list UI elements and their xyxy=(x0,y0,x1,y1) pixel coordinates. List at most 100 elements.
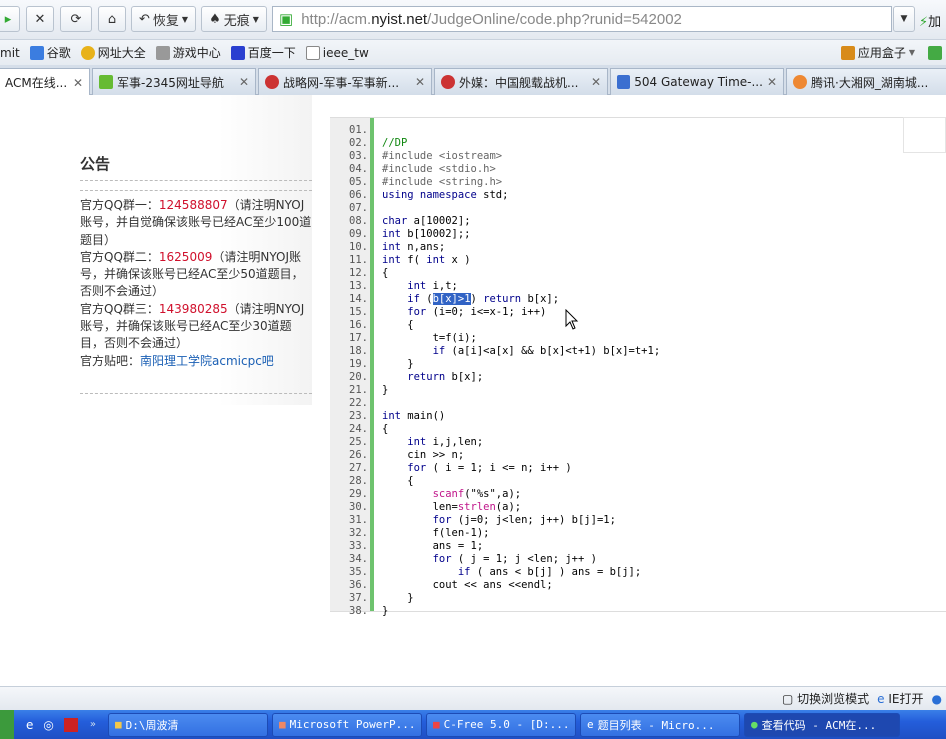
chevron-down-icon: ▼ xyxy=(252,14,259,24)
code-token: using namespace xyxy=(382,189,477,201)
undo-icon: ↶ xyxy=(138,11,150,27)
code-token: #include <iostream> xyxy=(382,150,503,162)
powerpoint-icon: ■ xyxy=(279,718,286,731)
code-line: len=strlen(a); xyxy=(382,501,522,514)
code-line: } xyxy=(382,592,413,605)
tab-2345[interactable]: 军事-2345网址导航 ✕ xyxy=(92,68,256,95)
code-token: if xyxy=(382,293,420,305)
bookmark-label: 百度一下 xyxy=(247,46,296,60)
address-dropdown[interactable]: ▼ xyxy=(893,6,915,32)
bookmark-ieee[interactable]: ieee_tw xyxy=(305,45,369,60)
code-line: { xyxy=(382,267,388,280)
line-number: 20. xyxy=(349,371,368,383)
code-token: int xyxy=(382,410,401,422)
code-token: for xyxy=(382,462,427,474)
tab-acm[interactable]: ACM在线... ✕ xyxy=(0,68,90,96)
address-bar[interactable]: ▣ http://acm. nyist.net/JudgeOnline/code.… xyxy=(272,6,892,32)
code-line: scanf("%s",a); xyxy=(382,488,522,501)
line-number: 15. xyxy=(349,306,368,318)
bookmark-games[interactable]: 游戏中心 xyxy=(155,44,221,61)
code-line: #include <iostream> xyxy=(382,150,502,163)
tieba-link[interactable]: 南阳理工学院acmicpc吧 xyxy=(140,354,274,368)
code-viewer: 01. 02. //DP 03. #include <iostream> 04. #incl… xyxy=(330,117,946,617)
task-cfree[interactable]: ■ C-Free 5.0 - [D:... xyxy=(426,712,576,737)
home-button[interactable]: ⌂ xyxy=(98,6,126,32)
incognito-button[interactable]: ♠ 无痕 ▼ xyxy=(201,6,267,32)
selected-text: b[x]>1 xyxy=(432,293,471,305)
stop-button[interactable]: ✕ xyxy=(26,6,54,32)
url-scheme: http://acm. xyxy=(301,10,372,28)
globe-icon: ● xyxy=(931,691,942,706)
code-token: b[x]; xyxy=(445,371,484,383)
code-token: (a); xyxy=(495,501,522,513)
restore-button[interactable]: ↶ 恢复 ▼ xyxy=(131,6,196,32)
chevron-right-icon[interactable]: » xyxy=(90,719,96,730)
ie-icon[interactable]: e xyxy=(26,718,33,732)
tab-waimei[interactable]: 外媒：中国舰载战机... ✕ xyxy=(434,68,608,95)
refresh-icon: ⟳ xyxy=(70,11,82,27)
document-icon xyxy=(305,45,320,60)
code-token: for xyxy=(382,553,452,565)
line-number: 23. xyxy=(349,410,368,422)
bookmark-hao[interactable]: 网址大全 xyxy=(80,44,146,61)
forward-button[interactable]: ▸ xyxy=(0,6,20,32)
code-token: if xyxy=(382,345,446,357)
refresh-button[interactable]: ⟳ xyxy=(60,6,92,32)
close-icon[interactable]: ✕ xyxy=(767,75,777,89)
code-token: len= xyxy=(382,501,458,513)
speedup-button[interactable]: ⚡加 xyxy=(919,11,941,30)
task-powerpoint[interactable]: ■ Microsoft PowerP... xyxy=(272,712,422,737)
ie-open-button[interactable]: e IE打开 xyxy=(877,690,923,707)
taskbar: e ◎ » ■ D:\周波清 ■ Microsoft PowerP... ■ C-Fr… xyxy=(0,710,946,739)
code-line: { xyxy=(382,475,413,488)
close-icon[interactable]: ✕ xyxy=(73,76,83,90)
code-token: int xyxy=(382,436,427,448)
bookmark-mit[interactable]: mit xyxy=(0,46,20,60)
browser-icon[interactable]: ◎ xyxy=(43,718,53,732)
chevron-down-icon: ▼ xyxy=(908,48,915,57)
start-icon[interactable] xyxy=(0,710,14,739)
tab-tencent[interactable]: 腾讯·大湘网_湖南城... xyxy=(786,68,946,95)
code-token: return xyxy=(382,371,446,383)
task-view-code[interactable]: ● 查看代码 - ACM在... xyxy=(744,712,900,737)
tab-504[interactable]: 504 Gateway Time-... ✕ xyxy=(610,68,784,95)
task-problem-list[interactable]: e 题目列表 - Micro... xyxy=(580,712,740,737)
code-line: for (j=0; j<len; j++) b[j]=1; xyxy=(382,514,616,527)
divider xyxy=(80,393,312,394)
forward-icon: ▸ xyxy=(4,11,12,27)
code-line: cout << ans <<endl; xyxy=(382,579,553,592)
app-icon[interactable] xyxy=(63,717,78,732)
task-explorer[interactable]: ■ D:\周波清 xyxy=(108,712,268,737)
code-token: { xyxy=(382,267,389,279)
code-token: for xyxy=(382,306,427,318)
code-token: scanf xyxy=(432,488,465,500)
code-token: } xyxy=(382,384,389,396)
site-icon xyxy=(99,75,113,89)
close-icon[interactable]: ✕ xyxy=(415,75,425,89)
code-token: ( xyxy=(419,293,433,305)
code-token: int xyxy=(382,254,401,266)
bookmark-label: 网址大全 xyxy=(97,46,146,60)
poj-icon xyxy=(617,75,631,89)
line-number: 32. xyxy=(349,527,368,539)
line-number: 22. xyxy=(349,397,368,409)
line-number: 12. xyxy=(349,267,368,279)
close-icon[interactable]: ✕ xyxy=(591,75,601,89)
line-number: 30. xyxy=(349,501,368,513)
app-box-button[interactable]: 应用盒子 ▼ xyxy=(840,44,942,61)
switch-mode-button[interactable]: ▢ 切换浏览模式 xyxy=(782,690,869,707)
home-icon: ⌂ xyxy=(107,11,117,27)
code-token: ( ans < b[j] ) ans = b[j]; xyxy=(470,566,642,578)
bookmark-baidu[interactable]: 百度一下 xyxy=(230,44,296,61)
tab-zhanlue[interactable]: 战略网-军事-军事新... ✕ xyxy=(258,68,432,95)
line-number: 11. xyxy=(349,254,368,266)
tab-label: 504 Gateway Time-... xyxy=(634,75,763,89)
code-token: (i=0; i<=x-1; i++) xyxy=(426,306,547,318)
code-line: { xyxy=(382,423,388,436)
line-number: 01. xyxy=(349,124,368,136)
code-token: } xyxy=(382,358,414,370)
folder-icon: ■ xyxy=(115,718,122,731)
bookmark-google[interactable]: 谷歌 xyxy=(29,44,71,61)
code-line: } xyxy=(382,358,414,371)
close-icon[interactable]: ✕ xyxy=(239,75,249,89)
